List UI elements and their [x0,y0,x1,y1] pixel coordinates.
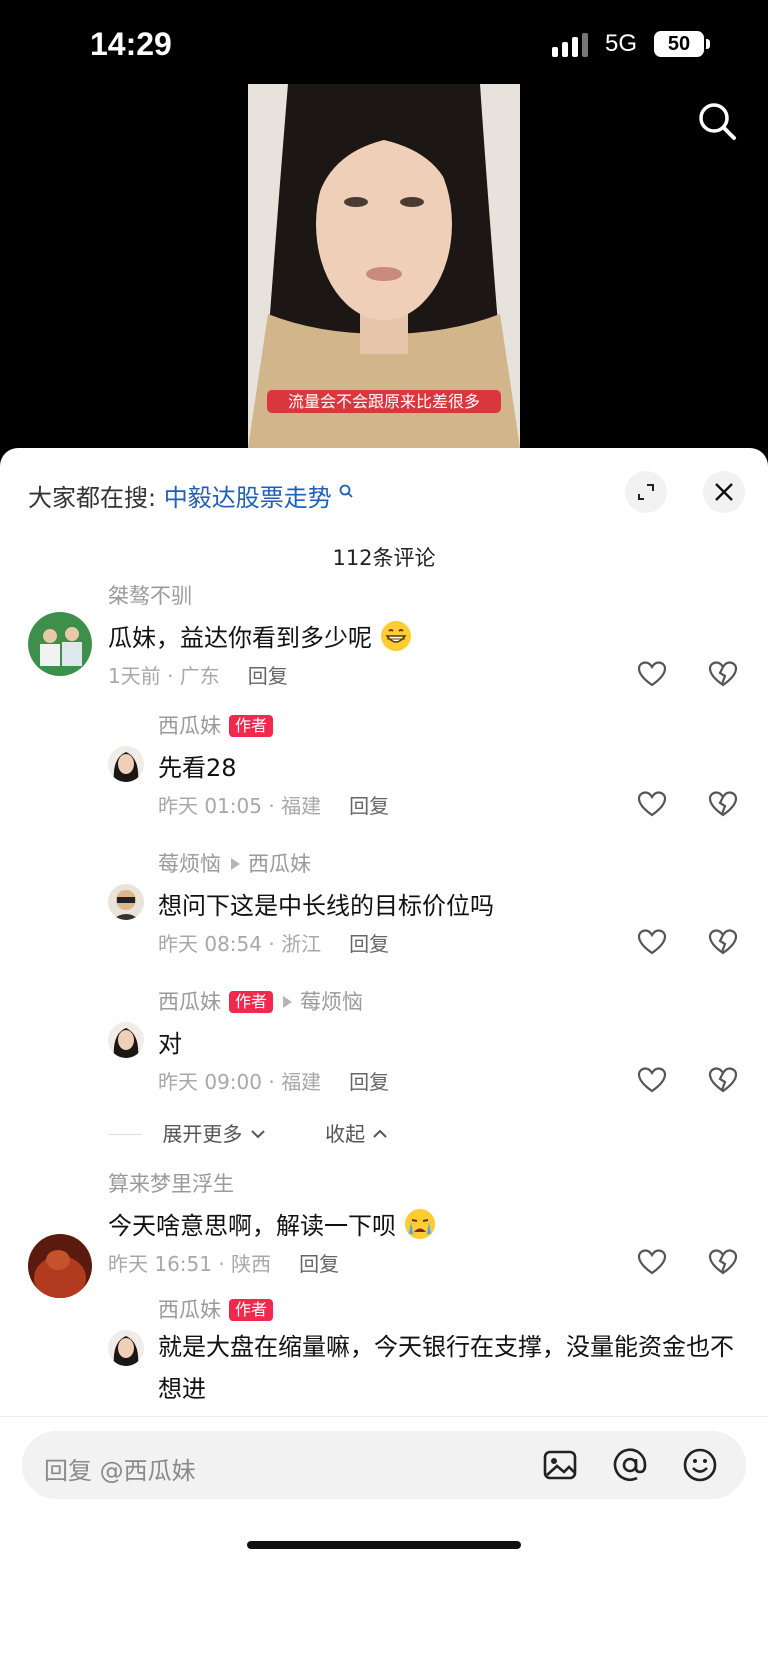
reply-username-text: 西瓜妹 [158,990,221,1014]
expand-button[interactable] [625,471,667,513]
avatar-image [28,612,92,676]
reply-to-username[interactable]: 西瓜妹 [248,852,311,876]
image-icon[interactable] [542,1447,578,1483]
author-badge: 作者 [229,1299,274,1321]
comment-meta: 昨天 16:51 · 陕西 回复 [108,1248,339,1277]
reply-button[interactable]: 回复 [349,1070,389,1094]
dislike-icon[interactable] [707,926,739,958]
battery-tip [706,39,710,49]
reply-username-text: 西瓜妹 [158,714,221,738]
comment-username[interactable]: 桀骜不驯 [108,580,192,610]
avatar-image [108,884,144,920]
grin-emoji-icon [380,621,411,651]
expand-collapse-row: 展开更多 收起 [108,1118,389,1148]
home-indicator[interactable] [247,1541,521,1549]
chevron-up-icon [373,1129,388,1138]
like-icon[interactable] [636,1246,668,1278]
reply-input[interactable]: 回复 @西瓜妹 [22,1431,746,1499]
expand-more-label: 展开更多 [162,1122,243,1146]
like-icon[interactable] [636,926,668,958]
reply-button[interactable]: 回复 [248,664,288,688]
comment-meta: 1天前 · 广东 回复 [108,660,288,689]
reply-meta: 昨天 09:00 · 福建 回复 [158,1066,389,1095]
signal-icon [552,33,588,57]
reply-input-bar: 回复 @西瓜妹 [0,1416,768,1663]
dislike-icon[interactable] [707,1246,739,1278]
reply-text: 对 [158,1030,182,1058]
collapse-button[interactable]: 收起 [325,1122,389,1146]
reply-meta: 昨天 08:54 · 浙江 回复 [158,928,389,957]
comment-text: 今天啥意思啊，解读一下呗 [108,1206,436,1241]
network-type: 5G [605,30,638,57]
avatar[interactable] [108,1022,144,1058]
reply-text: 想问下这是中长线的目标价位吗 [158,892,494,920]
reply-username[interactable]: 西瓜妹 作者 莓烦恼 [158,986,363,1016]
expand-more-button[interactable]: 展开更多 [162,1122,273,1146]
hot-search-term[interactable]: 中毅达股票走势 [164,484,332,512]
author-badge: 作者 [229,715,274,737]
expand-icon [638,484,654,500]
avatar[interactable] [108,1330,144,1366]
author-badge: 作者 [229,991,274,1013]
divider [108,1134,142,1135]
reply-username-text: 莓烦恼 [158,852,221,876]
reply-meta: 昨天 01:05 · 福建 回复 [158,790,389,819]
comment-username[interactable]: 算来梦里浮生 [108,1168,234,1198]
reply-time-location: 昨天 01:05 · 福建 [158,794,322,818]
like-icon[interactable] [636,788,668,820]
dislike-icon[interactable] [707,788,739,820]
reply-time-location: 昨天 08:54 · 浙江 [158,932,322,956]
status-time: 14:29 [90,26,172,62]
like-icon[interactable] [636,1064,668,1096]
collapse-label: 收起 [325,1122,366,1146]
close-icon [715,483,733,501]
emoji-icon[interactable] [682,1447,718,1483]
video-subtitle: 流量会不会跟原来比差很多 [267,390,501,413]
avatar-image [108,1330,144,1366]
dislike-icon[interactable] [707,658,739,690]
avatar-image [108,746,144,782]
reply-username[interactable]: 莓烦恼 西瓜妹 [158,848,311,878]
avatar-image [28,1234,92,1298]
dislike-icon[interactable] [707,1064,739,1096]
reply-button[interactable]: 回复 [299,1252,339,1276]
avatar[interactable] [108,746,144,782]
reply-text: 先看28 [158,754,237,782]
reply-username[interactable]: 西瓜妹 作者 [158,710,274,740]
comment-time-location: 1天前 · 广东 [108,664,220,688]
reply-button[interactable]: 回复 [349,932,389,956]
search-small-icon [339,484,354,498]
comment-text-content: 今天啥意思啊，解读一下呗 [108,1212,396,1240]
reply-input-placeholder: 回复 @西瓜妹 [44,1457,196,1485]
comment-text-content: 瓜妹，益达你看到多少呢 [108,624,372,652]
reply-to-arrow-icon [283,996,293,1008]
like-icon[interactable] [636,658,668,690]
comment-sheet: 大家都在搜: 中毅达股票走势 112条评论 桀骜不驯 瓜妹，益达你看到多少呢 1… [0,448,768,1663]
close-button[interactable] [703,471,745,513]
reply-username[interactable]: 西瓜妹 作者 [158,1294,274,1324]
battery-icon: 50 [654,31,704,57]
reply-to-username[interactable]: 莓烦恼 [300,990,363,1014]
avatar[interactable] [28,1234,92,1298]
search-icon[interactable] [696,100,738,142]
avatar[interactable] [108,884,144,920]
comment-count: 112条评论 [332,546,436,570]
reply-time-location: 昨天 09:00 · 福建 [158,1070,322,1094]
reply-username-text: 西瓜妹 [158,1298,221,1322]
avatar-image [108,1022,144,1058]
status-bar: 14:29 5G 50 [0,0,768,80]
hot-search-label: 大家都在搜: [28,484,157,512]
comment-time-location: 昨天 16:51 · 陕西 [108,1252,272,1276]
comment-text: 瓜妹，益达你看到多少呢 [108,618,412,653]
reply-to-arrow-icon [231,858,240,870]
hot-search[interactable]: 大家都在搜: 中毅达股票走势 [28,478,354,513]
avatar[interactable] [28,612,92,676]
reply-button[interactable]: 回复 [349,794,389,818]
at-mention-icon[interactable] [612,1447,648,1483]
crying-emoji-icon [404,1209,435,1239]
reply-text: 就是大盘在缩量嘛，今天银行在支撑，没量能资金也不想进 [158,1333,734,1403]
chevron-down-icon [251,1130,265,1139]
